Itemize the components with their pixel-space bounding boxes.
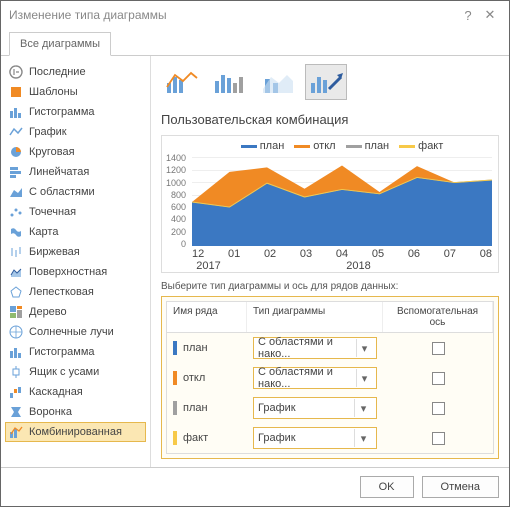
sidebar-item-12[interactable]: Дерево	[5, 302, 146, 322]
sidebar-item-label: Лепестковая	[29, 286, 94, 298]
chart-type-icon	[9, 285, 23, 299]
sidebar-item-7[interactable]: Точечная	[5, 202, 146, 222]
sidebar-item-11[interactable]: Лепестковая	[5, 282, 146, 302]
chart-preview: планотклпланфакт 02004006008001000120014…	[161, 135, 499, 273]
chart-type-icon	[9, 425, 23, 439]
sidebar-item-label: Воронка	[29, 406, 72, 418]
series-name: план	[183, 342, 208, 354]
sidebar-item-label: Последние	[29, 66, 86, 78]
subtype-3[interactable]	[257, 64, 299, 100]
col-head-name: Имя ряда	[167, 302, 247, 332]
subtype-1[interactable]	[161, 64, 203, 100]
window-title: Изменение типа диаграммы	[9, 8, 457, 22]
secondary-axis-checkbox[interactable]	[432, 372, 445, 385]
sidebar-item-label: Шаблоны	[29, 86, 78, 98]
chart-type-icon	[9, 245, 23, 259]
chart-type-icon	[9, 345, 23, 359]
series-type-combo[interactable]: С областями и нако...▾	[253, 337, 377, 359]
series-name: план	[183, 402, 208, 414]
chart-type-icon	[9, 145, 23, 159]
series-table: Имя ряда Тип диаграммы Вспомогательная о…	[161, 296, 499, 459]
subtype-4-custom[interactable]	[305, 64, 347, 100]
sidebar-item-label: Каскадная	[29, 386, 83, 398]
subtype-2[interactable]	[209, 64, 251, 100]
sidebar-item-label: С областями	[29, 186, 95, 198]
chart-type-icon	[9, 165, 23, 179]
series-prompt: Выберите тип диаграммы и ось для рядов д…	[161, 281, 499, 292]
help-button[interactable]: ?	[457, 8, 479, 23]
combo-subtype-row	[161, 64, 499, 100]
series-type-combo[interactable]: С областями и нако...▾	[253, 367, 377, 389]
ok-button[interactable]: OK	[360, 476, 414, 498]
sidebar-item-label: Карта	[29, 226, 58, 238]
chevron-down-icon: ▾	[354, 429, 372, 447]
custom-combo-title: Пользовательская комбинация	[161, 112, 499, 127]
sidebar-item-label: Гистограмма	[29, 106, 95, 118]
sidebar-item-label: Точечная	[29, 206, 76, 218]
chevron-down-icon: ▾	[356, 339, 372, 357]
chevron-down-icon: ▾	[356, 369, 372, 387]
sidebar-item-label: Ящик с усами	[29, 366, 99, 378]
sidebar-item-9[interactable]: Биржевая	[5, 242, 146, 262]
sidebar-item-0[interactable]: Последние	[5, 62, 146, 82]
sidebar-item-label: Биржевая	[29, 246, 80, 258]
series-name: факт	[183, 432, 208, 444]
sidebar-item-18[interactable]: Комбинированная	[5, 422, 146, 442]
chevron-down-icon: ▾	[354, 399, 372, 417]
sidebar-item-17[interactable]: Воронка	[5, 402, 146, 422]
chart-type-icon	[9, 125, 23, 139]
sidebar-item-5[interactable]: Линейчатая	[5, 162, 146, 182]
sidebar-item-label: Линейчатая	[29, 166, 89, 178]
chart-type-icon	[9, 365, 23, 379]
series-row: факт График▾	[167, 423, 493, 453]
chart-type-icon	[9, 325, 23, 339]
sidebar-item-16[interactable]: Каскадная	[5, 382, 146, 402]
sidebar-item-13[interactable]: Солнечные лучи	[5, 322, 146, 342]
chart-type-icon	[9, 225, 23, 239]
chart-type-sidebar: Последние Шаблоны Гистограмма График Кругова…	[1, 56, 151, 467]
sidebar-item-label: Поверхностная	[29, 266, 107, 278]
chart-type-icon	[9, 205, 23, 219]
cancel-button[interactable]: Отмена	[422, 476, 499, 498]
series-type-combo[interactable]: График▾	[253, 397, 377, 419]
secondary-axis-checkbox[interactable]	[432, 342, 445, 355]
chart-type-icon	[9, 265, 23, 279]
close-button[interactable]: ✕	[479, 7, 501, 23]
sidebar-item-4[interactable]: Круговая	[5, 142, 146, 162]
sidebar-item-label: Солнечные лучи	[29, 326, 114, 338]
series-row: план С областями и нако...▾	[167, 333, 493, 363]
sidebar-item-6[interactable]: С областями	[5, 182, 146, 202]
sidebar-item-3[interactable]: График	[5, 122, 146, 142]
series-row: план График▾	[167, 393, 493, 423]
sidebar-item-label: Круговая	[29, 146, 75, 158]
series-row: откл С областями и нако...▾	[167, 363, 493, 393]
chart-type-icon	[9, 305, 23, 319]
col-head-aux: Вспомогательная ось	[383, 302, 493, 332]
chart-type-icon	[9, 405, 23, 419]
chart-type-icon	[9, 105, 23, 119]
sidebar-item-15[interactable]: Ящик с усами	[5, 362, 146, 382]
series-name: откл	[183, 372, 205, 384]
chart-type-icon	[9, 385, 23, 399]
chart-type-icon	[9, 85, 23, 99]
series-type-combo[interactable]: График▾	[253, 427, 377, 449]
sidebar-item-1[interactable]: Шаблоны	[5, 82, 146, 102]
sidebar-item-14[interactable]: Гистограмма	[5, 342, 146, 362]
sidebar-item-8[interactable]: Карта	[5, 222, 146, 242]
sidebar-item-label: График	[29, 126, 67, 138]
col-head-type: Тип диаграммы	[247, 302, 383, 332]
sidebar-item-label: Гистограмма	[29, 346, 95, 358]
sidebar-item-label: Комбинированная	[29, 426, 122, 438]
secondary-axis-checkbox[interactable]	[432, 402, 445, 415]
sidebar-item-10[interactable]: Поверхностная	[5, 262, 146, 282]
secondary-axis-checkbox[interactable]	[432, 432, 445, 445]
sidebar-item-2[interactable]: Гистограмма	[5, 102, 146, 122]
chart-type-icon	[9, 185, 23, 199]
chart-type-icon	[9, 65, 23, 79]
sidebar-item-label: Дерево	[29, 306, 67, 318]
tab-all-charts[interactable]: Все диаграммы	[9, 32, 111, 56]
